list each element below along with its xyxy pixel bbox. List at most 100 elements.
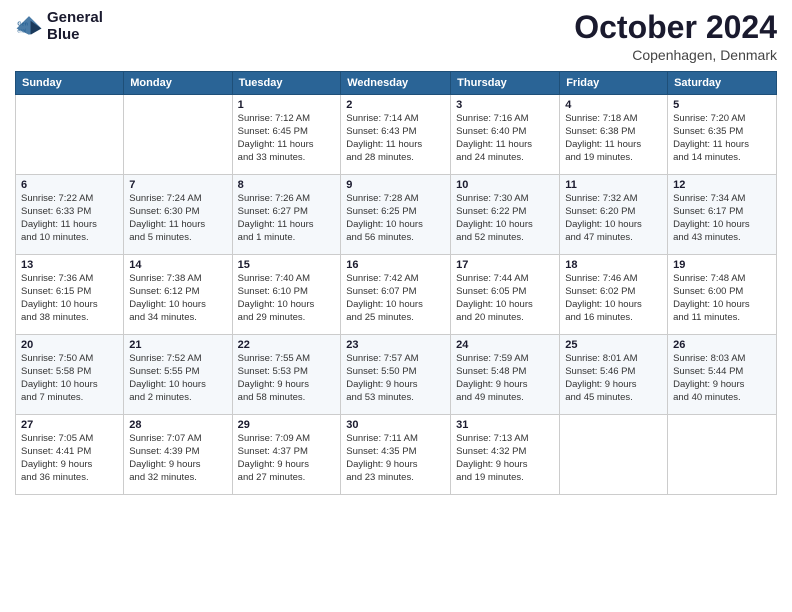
svg-text:eral: eral [17, 28, 26, 34]
day-number: 30 [346, 419, 445, 431]
table-row: 18 Sunrise: 7:46 AMSunset: 6:02 PMDayligh… [560, 255, 668, 335]
day-number: 25 [565, 339, 662, 351]
table-row: 17Sunrise: 7:44 AMSunset: 6:05 PMDayligh… [451, 255, 560, 335]
table-row: 1Sunrise: 7:12 AMSunset: 6:45 PMDaylight… [232, 95, 341, 175]
day-info: Sunrise: 7:30 AMSunset: 6:22 PMDaylight:… [456, 193, 554, 244]
table-row: 31 Sunrise: 7:13 AMSunset: 4:32 PMDayligh… [451, 415, 560, 495]
col-thursday: Thursday [451, 72, 560, 95]
calendar-row-4: 27Sunrise: 7:05 AMSunset: 4:41 PMDayligh… [16, 415, 777, 495]
day-number: 1 [238, 99, 336, 111]
day-info: Sunrise: 7:55 AMSunset: 5:53 PMDaylight:… [238, 353, 336, 404]
title-block: October 2024 Copenhagen, Denmark [574, 10, 777, 63]
day-number: 19 [673, 259, 771, 271]
table-row: 22Sunrise: 7:55 AMSunset: 5:53 PMDayligh… [232, 335, 341, 415]
day-info: Sunrise: 7:44 AMSunset: 6:05 PMDaylight:… [456, 273, 554, 324]
table-row: 26 Sunrise: 8:03 AMSunset: 5:44 PMDayligh… [668, 335, 777, 415]
table-row: 20 Sunrise: 7:50 AMSunset: 5:58 PMDayligh… [16, 335, 124, 415]
day-info: Sunrise: 7:05 AMSunset: 4:41 PMDaylight:… [21, 433, 118, 484]
day-info: Sunrise: 7:50 AMSunset: 5:58 PMDaylight:… [21, 353, 118, 404]
table-row: 15Sunrise: 7:40 AMSunset: 6:10 PMDayligh… [232, 255, 341, 335]
table-row: 19Sunrise: 7:48 AMSunset: 6:00 PMDayligh… [668, 255, 777, 335]
day-info: Sunrise: 7:16 AMSunset: 6:40 PMDaylight:… [456, 113, 554, 164]
day-info: Sunrise: 7:52 AMSunset: 5:55 PMDaylight:… [129, 353, 226, 404]
logo-icon: Gen eral [15, 13, 43, 41]
table-row: 9 Sunrise: 7:28 AMSunset: 6:25 PMDaylight… [341, 175, 451, 255]
day-info: Sunrise: 7:13 AMSunset: 4:32 PMDaylight:… [456, 433, 554, 484]
calendar-table: Sunday Monday Tuesday Wednesday Thursday… [15, 71, 777, 495]
table-row [16, 95, 124, 175]
col-saturday: Saturday [668, 72, 777, 95]
logo-line2: Blue [47, 27, 103, 44]
logo: Gen eral General Blue [15, 10, 103, 43]
table-row: 6Sunrise: 7:22 AMSunset: 6:33 PMDaylight… [16, 175, 124, 255]
calendar-row-0: 1Sunrise: 7:12 AMSunset: 6:45 PMDaylight… [16, 95, 777, 175]
col-friday: Friday [560, 72, 668, 95]
col-sunday: Sunday [16, 72, 124, 95]
day-info: Sunrise: 7:09 AMSunset: 4:37 PMDaylight:… [238, 433, 336, 484]
day-number: 28 [129, 419, 226, 431]
table-row: 14 Sunrise: 7:38 AMSunset: 6:12 PMDayligh… [124, 255, 232, 335]
day-number: 6 [21, 179, 118, 191]
day-number: 3 [456, 99, 554, 111]
table-row: 10 Sunrise: 7:30 AMSunset: 6:22 PMDayligh… [451, 175, 560, 255]
svg-text:Gen: Gen [17, 21, 28, 27]
day-number: 24 [456, 339, 554, 351]
day-info: Sunrise: 7:42 AMSunset: 6:07 PMDaylight:… [346, 273, 445, 324]
table-row: 5 Sunrise: 7:20 AMSunset: 6:35 PMDaylight… [668, 95, 777, 175]
col-tuesday: Tuesday [232, 72, 341, 95]
day-number: 14 [129, 259, 226, 271]
day-info: Sunrise: 7:07 AMSunset: 4:39 PMDaylight:… [129, 433, 226, 484]
table-row: 8 Sunrise: 7:26 AMSunset: 6:27 PMDaylight… [232, 175, 341, 255]
logo-line1: General [47, 10, 103, 27]
day-info: Sunrise: 7:20 AMSunset: 6:35 PMDaylight:… [673, 113, 771, 164]
day-number: 12 [673, 179, 771, 191]
day-number: 16 [346, 259, 445, 271]
day-number: 31 [456, 419, 554, 431]
day-info: Sunrise: 7:18 AMSunset: 6:38 PMDaylight:… [565, 113, 662, 164]
day-number: 11 [565, 179, 662, 191]
day-info: Sunrise: 7:32 AMSunset: 6:20 PMDaylight:… [565, 193, 662, 244]
day-number: 29 [238, 419, 336, 431]
day-number: 21 [129, 339, 226, 351]
table-row: 29 Sunrise: 7:09 AMSunset: 4:37 PMDayligh… [232, 415, 341, 495]
table-row: 30 Sunrise: 7:11 AMSunset: 4:35 PMDayligh… [341, 415, 451, 495]
table-row: 16 Sunrise: 7:42 AMSunset: 6:07 PMDayligh… [341, 255, 451, 335]
day-number: 10 [456, 179, 554, 191]
day-info: Sunrise: 7:34 AMSunset: 6:17 PMDaylight:… [673, 193, 771, 244]
day-info: Sunrise: 7:28 AMSunset: 6:25 PMDaylight:… [346, 193, 445, 244]
day-info: Sunrise: 7:24 AMSunset: 6:30 PMDaylight:… [129, 193, 226, 244]
day-info: Sunrise: 7:40 AMSunset: 6:10 PMDaylight:… [238, 273, 336, 324]
day-number: 8 [238, 179, 336, 191]
calendar-page: Gen eral General Blue October 2024 Copen… [0, 0, 792, 612]
table-row: 12 Sunrise: 7:34 AMSunset: 6:17 PMDayligh… [668, 175, 777, 255]
calendar-row-3: 20 Sunrise: 7:50 AMSunset: 5:58 PMDayligh… [16, 335, 777, 415]
day-info: Sunrise: 7:26 AMSunset: 6:27 PMDaylight:… [238, 193, 336, 244]
table-row: 4 Sunrise: 7:18 AMSunset: 6:38 PMDaylight… [560, 95, 668, 175]
logo-text: General Blue [47, 10, 103, 43]
table-row [124, 95, 232, 175]
day-number: 18 [565, 259, 662, 271]
day-info: Sunrise: 7:14 AMSunset: 6:43 PMDaylight:… [346, 113, 445, 164]
day-number: 5 [673, 99, 771, 111]
day-number: 26 [673, 339, 771, 351]
col-wednesday: Wednesday [341, 72, 451, 95]
day-number: 9 [346, 179, 445, 191]
table-row: 24Sunrise: 7:59 AMSunset: 5:48 PMDayligh… [451, 335, 560, 415]
table-row: 27Sunrise: 7:05 AMSunset: 4:41 PMDayligh… [16, 415, 124, 495]
calendar-row-2: 13Sunrise: 7:36 AMSunset: 6:15 PMDayligh… [16, 255, 777, 335]
day-info: Sunrise: 7:11 AMSunset: 4:35 PMDaylight:… [346, 433, 445, 484]
table-row: 23Sunrise: 7:57 AMSunset: 5:50 PMDayligh… [341, 335, 451, 415]
day-number: 20 [21, 339, 118, 351]
day-info: Sunrise: 7:38 AMSunset: 6:12 PMDaylight:… [129, 273, 226, 324]
table-row: 25Sunrise: 8:01 AMSunset: 5:46 PMDayligh… [560, 335, 668, 415]
location-subtitle: Copenhagen, Denmark [574, 47, 777, 63]
day-info: Sunrise: 8:03 AMSunset: 5:44 PMDaylight:… [673, 353, 771, 404]
calendar-row-1: 6Sunrise: 7:22 AMSunset: 6:33 PMDaylight… [16, 175, 777, 255]
day-info: Sunrise: 7:46 AMSunset: 6:02 PMDaylight:… [565, 273, 662, 324]
day-info: Sunrise: 7:36 AMSunset: 6:15 PMDaylight:… [21, 273, 118, 324]
day-number: 4 [565, 99, 662, 111]
table-row: 28 Sunrise: 7:07 AMSunset: 4:39 PMDayligh… [124, 415, 232, 495]
table-row: 13Sunrise: 7:36 AMSunset: 6:15 PMDayligh… [16, 255, 124, 335]
table-row: 3 Sunrise: 7:16 AMSunset: 6:40 PMDaylight… [451, 95, 560, 175]
table-row [560, 415, 668, 495]
